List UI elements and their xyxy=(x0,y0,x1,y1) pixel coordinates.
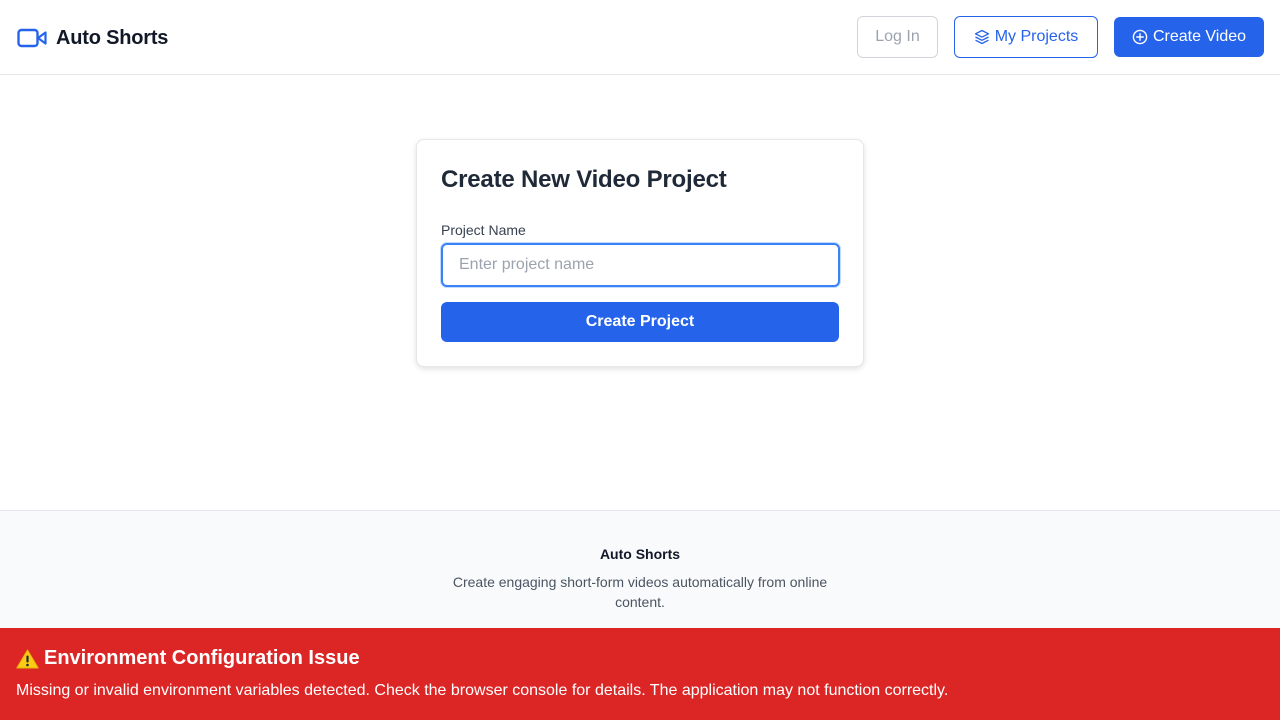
banner-title-row: Environment Configuration Issue xyxy=(16,647,360,670)
create-video-label: Create Video xyxy=(1152,28,1247,45)
env-error-banner: Environment Configuration Issue Missing … xyxy=(0,628,1280,720)
create-project-button[interactable]: Create Project xyxy=(441,302,839,342)
create-project-card: Create New Video Project Project Name Cr… xyxy=(416,139,864,367)
project-name-input[interactable] xyxy=(441,243,840,287)
project-name-label: Project Name xyxy=(441,222,526,238)
create-video-button[interactable]: Create Video xyxy=(1114,17,1264,57)
banner-message: Missing or invalid environment variables… xyxy=(16,682,949,699)
plus-circle-icon xyxy=(1132,29,1148,45)
login-button-label: Log In xyxy=(875,28,920,45)
brand[interactable]: Auto Shorts xyxy=(17,24,168,52)
footer-title: Auto Shorts xyxy=(599,546,681,562)
brand-name: Auto Shorts xyxy=(56,26,169,49)
login-button[interactable]: Log In xyxy=(857,16,938,58)
card-title: Create New Video Project xyxy=(441,166,727,193)
warning-icon xyxy=(16,649,39,668)
my-projects-label: My Projects xyxy=(994,28,1079,45)
banner-title: Environment Configuration Issue xyxy=(44,647,360,669)
my-projects-button[interactable]: My Projects xyxy=(954,16,1098,58)
layers-icon xyxy=(974,29,989,45)
top-navbar: Auto Shorts Log In My Projects Create Vi… xyxy=(0,0,1280,75)
video-camera-icon xyxy=(17,28,47,48)
footer-description: Create engaging short-form videos automa… xyxy=(452,574,828,610)
footer: Auto Shorts Create engaging short-form v… xyxy=(0,510,1280,628)
